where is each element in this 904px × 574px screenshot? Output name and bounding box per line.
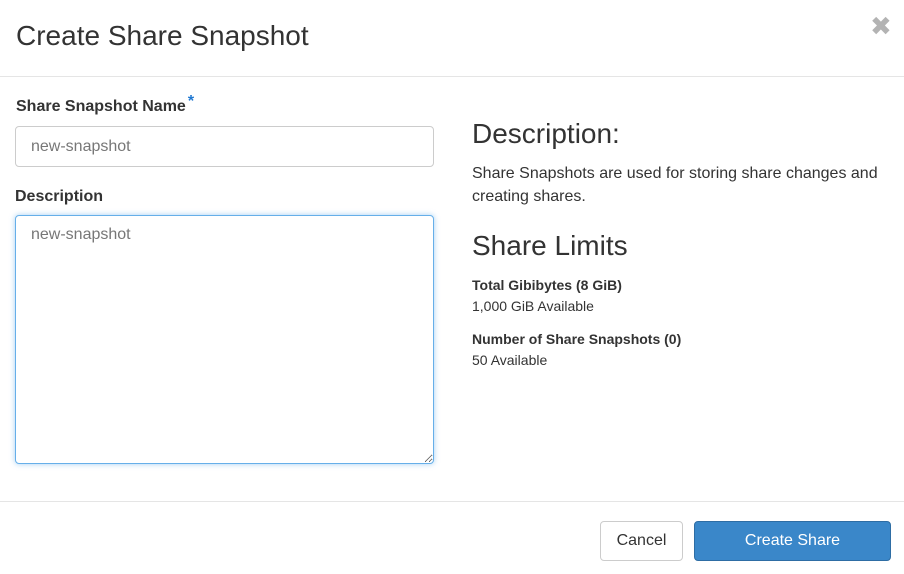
snapshot-name-input[interactable] [15, 126, 434, 167]
create-share-snapshot-dialog: Create Share Snapshot ✖ Share Snapshot N… [0, 0, 904, 574]
snapshot-name-label: Share Snapshot Name * [16, 93, 194, 117]
description-heading: Description: [472, 118, 620, 149]
required-marker: * [187, 93, 195, 110]
snapshot-name-label-text: Share Snapshot Name [16, 98, 186, 115]
limit-gibibytes-title: Total Gibibytes (8 GiB) [472, 277, 622, 293]
limit-snapshots-title: Number of Share Snapshots (0) [472, 331, 682, 347]
dialog-title: Create Share Snapshot [16, 20, 309, 51]
create-share-snapshot-button[interactable]: Create Share Snapshot [694, 521, 891, 574]
description-textarea[interactable] [15, 215, 434, 464]
share-limits-heading: Share Limits [472, 230, 628, 261]
dialog-footer: Cancel Create Share Snapshot [0, 502, 904, 574]
cancel-button[interactable]: Cancel [600, 521, 683, 561]
dialog-body: Share Snapshot Name* Description Descrip… [0, 77, 904, 502]
description-label: Description [15, 188, 104, 205]
limit-gibibytes-value: 1,000 GiB Available [472, 298, 594, 314]
dialog-header: Create Share Snapshot ✖ [0, 0, 904, 77]
limit-snapshots-value: 50 Available [472, 352, 548, 368]
close-icon[interactable]: ✖ [870, 14, 892, 40]
description-help-text: Share Snapshots are used for storing sha… [472, 165, 878, 205]
